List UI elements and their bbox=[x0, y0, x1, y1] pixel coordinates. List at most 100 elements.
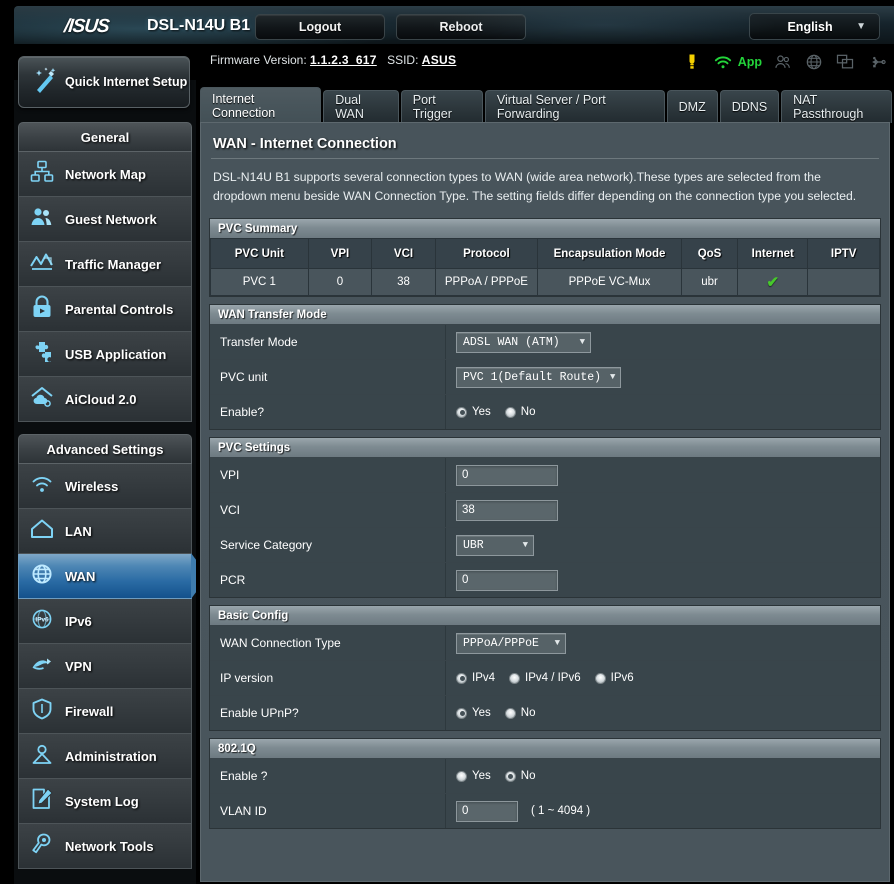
ip-version-ipv4-ipv6-radio[interactable] bbox=[509, 672, 521, 684]
tab-virtual-server-port-forwarding[interactable]: Virtual Server / Port Forwarding bbox=[484, 90, 665, 123]
row-vpi: VPI bbox=[210, 457, 880, 492]
sidebar-item-label: WAN bbox=[65, 568, 96, 584]
router-admin-page: /ISUS DSL-N14U B1 Logout Reboot English … bbox=[0, 0, 894, 884]
guest-network-icon bbox=[19, 204, 65, 235]
tab-dmz[interactable]: DMZ bbox=[666, 90, 718, 123]
pvc-unit-select[interactable]: PVC 1(Default Route) ▼ bbox=[456, 366, 622, 388]
tab-dual-wan[interactable]: Dual WAN bbox=[323, 90, 399, 123]
sidebar-item-network-map[interactable]: Network Map bbox=[18, 152, 192, 197]
transfer-mode-select[interactable]: ADSL WAN (ATM) ▼ bbox=[456, 331, 591, 353]
vpi-field bbox=[446, 458, 880, 492]
firmware-version-value[interactable]: 1.1.2.3_617 bbox=[310, 53, 377, 67]
tab-ddns[interactable]: DDNS bbox=[719, 90, 780, 123]
row-upnp: Enable UPnP? Yes No bbox=[210, 695, 880, 730]
wifi-icon[interactable] bbox=[713, 52, 733, 72]
sidebar-item-label: Administration bbox=[65, 748, 157, 764]
transfer-enable-no-radio[interactable] bbox=[504, 406, 516, 418]
sidebar-item-firewall[interactable]: Firewall bbox=[18, 689, 192, 734]
sidebar-item-guest-network[interactable]: Guest Network bbox=[18, 197, 192, 242]
cell-protocol: PPPoA / PPPoE bbox=[434, 268, 539, 296]
ip-version-ipv4-radio[interactable] bbox=[456, 672, 467, 684]
sidebar-item-wireless[interactable]: Wireless bbox=[18, 464, 192, 509]
ssid-label: SSID: bbox=[387, 53, 419, 67]
check-icon: ✔ bbox=[766, 274, 780, 291]
transfer-enable-yes-label[interactable]: Yes bbox=[472, 406, 491, 418]
quick-internet-setup-label: Quick Internet Setup bbox=[65, 75, 188, 89]
sidebar-item-aicloud[interactable]: AiCloud 2.0 bbox=[18, 377, 192, 422]
ip-version-ipv4-ipv6-label[interactable]: IPv4 / IPv6 bbox=[525, 672, 581, 684]
tab-internet-connection[interactable]: Internet Connection bbox=[200, 87, 322, 123]
col-internet: Internet bbox=[737, 238, 809, 269]
cell-pvc-unit: PVC 1 bbox=[210, 268, 309, 296]
section-title: WAN Transfer Mode bbox=[210, 305, 880, 324]
ip-version-field: IPv4 IPv4 / IPv6 IPv6 bbox=[446, 661, 880, 695]
service-category-select[interactable]: UBR ▼ bbox=[456, 534, 534, 556]
chevron-down-icon: ▼ bbox=[856, 21, 866, 32]
vlan-id-input[interactable] bbox=[456, 800, 518, 822]
section-title: PVC Settings bbox=[210, 438, 880, 457]
chevron-down-icon: ▼ bbox=[522, 540, 528, 550]
devices-icon[interactable] bbox=[835, 52, 855, 72]
sidebar-item-network-tools[interactable]: Network Tools bbox=[18, 824, 192, 869]
vlan-id-field: ( 1 ~ 4094 ) bbox=[446, 794, 880, 828]
sidebar-group-general: General Network Map Guest Network Traffi… bbox=[14, 122, 196, 422]
sidebar-item-label: Wireless bbox=[65, 478, 119, 494]
upnp-no-radio[interactable] bbox=[504, 707, 516, 719]
ip-version-ipv6-label[interactable]: IPv6 bbox=[611, 672, 634, 684]
sidebar-item-system-log[interactable]: System Log bbox=[18, 779, 192, 824]
pcr-input[interactable] bbox=[456, 569, 558, 591]
transfer-enable-yes-radio[interactable] bbox=[456, 406, 467, 418]
sidebar-item-label: Guest Network bbox=[65, 211, 157, 227]
globe-icon[interactable] bbox=[804, 52, 824, 72]
row-transfer-enable: Enable? Yes No bbox=[210, 394, 880, 429]
vlan-enable-yes-radio[interactable] bbox=[456, 770, 467, 782]
language-select-label: English bbox=[787, 19, 833, 34]
warning-lamp-icon[interactable] bbox=[682, 52, 702, 72]
cell-vci: 38 bbox=[371, 268, 436, 296]
tab-port-trigger[interactable]: Port Trigger bbox=[400, 90, 483, 123]
sidebar-item-label: LAN bbox=[65, 523, 92, 539]
quick-internet-setup-button[interactable]: Quick Internet Setup bbox=[18, 56, 190, 108]
vpi-input[interactable] bbox=[456, 464, 558, 486]
app-label: App bbox=[737, 55, 762, 69]
ip-version-ipv6-radio[interactable] bbox=[594, 672, 606, 684]
chevron-down-icon: ▼ bbox=[579, 337, 585, 347]
sidebar-item-vpn[interactable]: VPN bbox=[18, 644, 192, 689]
page-description: DSL-N14U B1 supports several connection … bbox=[213, 170, 857, 203]
wan-connection-type-select[interactable]: PPPoA/PPPoE ▼ bbox=[456, 632, 566, 654]
sidebar-item-wan[interactable]: WAN bbox=[18, 553, 208, 599]
vlan-enable-no-radio[interactable] bbox=[504, 770, 516, 782]
guest-users-icon[interactable] bbox=[773, 52, 793, 72]
logout-button[interactable]: Logout bbox=[255, 14, 385, 40]
sidebar-item-administration[interactable]: Administration bbox=[18, 734, 192, 779]
upnp-yes-label[interactable]: Yes bbox=[472, 707, 491, 719]
vci-input[interactable] bbox=[456, 499, 558, 521]
sidebar-item-parental-controls[interactable]: Parental Controls bbox=[18, 287, 192, 332]
service-category-value: UBR bbox=[463, 538, 484, 552]
usb-icon[interactable] bbox=[866, 52, 886, 72]
tab-bar: Internet Connection Dual WAN Port Trigge… bbox=[200, 87, 894, 123]
ip-version-ipv4-label[interactable]: IPv4 bbox=[472, 672, 495, 684]
sidebar-item-usb-application[interactable]: USB Application bbox=[18, 332, 192, 377]
ssid-value[interactable]: ASUS bbox=[422, 53, 457, 67]
ipv6-icon: IPv6 bbox=[19, 606, 65, 637]
vlan-enable-no-label[interactable]: No bbox=[521, 770, 536, 782]
reboot-button[interactable]: Reboot bbox=[396, 14, 526, 40]
section-title: 802.1Q bbox=[210, 739, 880, 758]
sidebar-item-lan[interactable]: LAN bbox=[18, 509, 192, 554]
sidebar-item-ipv6[interactable]: IPv6 IPv6 bbox=[18, 599, 192, 644]
language-select[interactable]: English ▼ bbox=[749, 13, 880, 40]
transfer-enable-no-label[interactable]: No bbox=[521, 406, 536, 418]
sidebar-item-label: System Log bbox=[65, 793, 139, 809]
tab-nat-passthrough[interactable]: NAT Passthrough bbox=[781, 90, 893, 123]
top-bar: /ISUS DSL-N14U B1 Logout Reboot English … bbox=[14, 6, 894, 44]
sidebar-item-label: USB Application bbox=[65, 346, 167, 362]
vlan-enable-yes-label[interactable]: Yes bbox=[472, 770, 491, 782]
section-title: Basic Config bbox=[210, 606, 880, 625]
transfer-enable-radio-group: Yes No bbox=[456, 406, 544, 418]
upnp-yes-radio[interactable] bbox=[456, 707, 467, 719]
table-row[interactable]: PVC 1 0 38 PPPoA / PPPoE PPPoE VC-Mux ub… bbox=[210, 268, 880, 296]
sidebar-item-traffic-manager[interactable]: Traffic Manager bbox=[18, 242, 192, 287]
sidebar-item-label: Firewall bbox=[65, 703, 114, 719]
upnp-no-label[interactable]: No bbox=[521, 707, 536, 719]
